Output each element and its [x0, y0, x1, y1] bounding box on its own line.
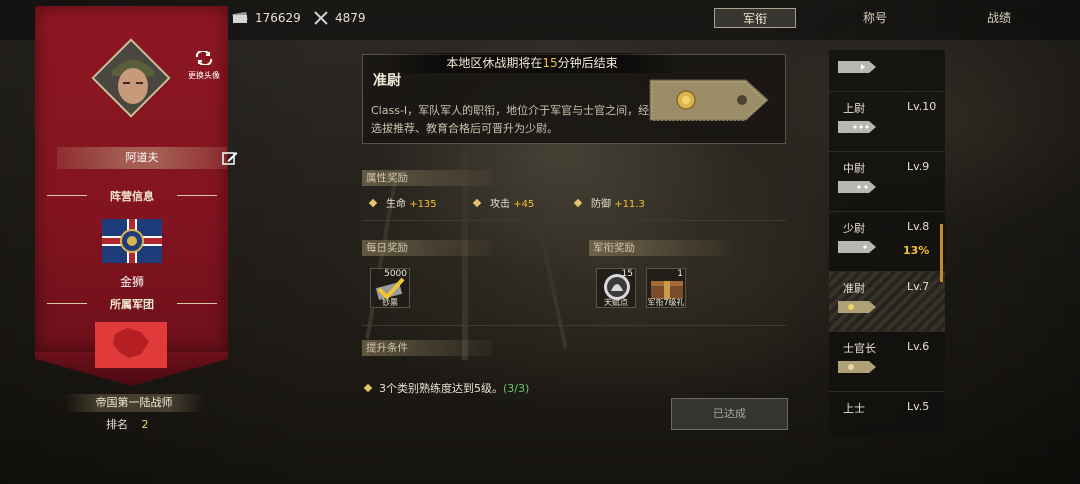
rank-level: Lv.5 [907, 400, 930, 413]
daily-reward-name: 钞票 [382, 298, 398, 307]
rank-strap-icon [838, 61, 876, 73]
attr-hp-bonus: +135 [409, 199, 437, 210]
player-name: 阿道夫 [125, 151, 159, 164]
talent-qty: 15 [621, 269, 633, 279]
diamond-bullet-icon [472, 198, 482, 207]
rank-level: Lv.7 [907, 280, 930, 293]
tab-rank[interactable]: 军衔 [714, 8, 796, 28]
camp-name: 金狮 [119, 275, 144, 289]
achieved-button[interactable]: 已达成 [671, 398, 788, 430]
attr-attack-bonus: +45 [513, 199, 535, 210]
promotion-condition: 3个类别熟练度达到5级。(3/3) [363, 380, 530, 396]
rank-name: 士官长 [843, 342, 876, 355]
soldier-portrait-icon [93, 40, 171, 118]
truce-notice: 本地区休战期将在15分钟后结束 [382, 53, 682, 73]
golden-lion-flag-icon[interactable] [102, 219, 162, 263]
attr-defense-name: 防御 [591, 199, 611, 210]
merit-resource: 4879 [313, 11, 366, 25]
avatar[interactable] [91, 38, 171, 118]
attr-defense: 防御 +11.3 [573, 195, 645, 210]
edit-name-icon[interactable] [222, 150, 238, 166]
rank-strap-icon [838, 181, 876, 193]
rank-title: 准尉 [373, 73, 401, 89]
rank-description: Class-I，军队军人的职衔，地位介于军官与士官之间，经选拔推荐、教育合格后可… [371, 104, 650, 135]
merit-value: 4879 [335, 11, 366, 25]
promotion-condition-text: 3个类别熟练度达到5级。 [379, 382, 503, 395]
banknote-resource: 176629 [231, 11, 301, 25]
rank-level: Lv.8 [907, 220, 930, 233]
truce-notice-suffix: 分钟后结束 [557, 56, 618, 70]
rank-name: 上士 [843, 402, 865, 415]
promotion-title: 提升条件 [362, 340, 492, 356]
rank-name: 上尉 [843, 102, 865, 115]
diamond-bullet-icon [363, 383, 373, 393]
legion-name: 帝国第一陆战师 [64, 394, 204, 412]
attr-hp: 生命 +135 [368, 195, 437, 210]
divider [362, 220, 786, 221]
truce-notice-prefix: 本地区休战期将在 [446, 56, 543, 70]
attribute-reward-title: 属性奖励 [362, 170, 492, 186]
change-avatar-label: 更换头像 [188, 71, 220, 80]
gift-name: 军衔7级礼 [647, 298, 685, 307]
ranking: 排名 2 [106, 416, 149, 432]
crossed-swords-icon [314, 11, 328, 25]
rank-reward-item-gift[interactable]: 1 军衔7级礼 [646, 268, 686, 308]
profile-panel: 更换头像 阿道夫 阵营信息 金狮 所属军团 [35, 6, 238, 352]
tab-record[interactable]: 战绩 [954, 8, 1044, 28]
rank-item[interactable]: 少尉 Lv.8 13% [829, 212, 945, 272]
rank-item[interactable]: 士官长 Lv.6 [829, 332, 945, 392]
attr-attack-name: 攻击 [490, 199, 510, 210]
camp-section-title: 阵营信息 [47, 188, 217, 204]
daily-reward-title: 每日奖励 [362, 240, 492, 256]
banknote-icon [232, 12, 248, 23]
rank-strap-icon [838, 121, 876, 133]
rank-reward-item-talent[interactable]: 15 天赋点 [596, 268, 636, 308]
gift-qty: 1 [677, 269, 683, 279]
rank-name: 中尉 [843, 162, 865, 175]
rank-item[interactable]: 上尉 Lv.10 [829, 92, 945, 152]
diamond-bullet-icon [573, 198, 583, 207]
rank-item[interactable] [829, 50, 945, 92]
player-name-bar: 阿道夫 [57, 147, 238, 169]
change-avatar-button[interactable]: 更换头像 [183, 49, 225, 81]
diamond-bullet-icon [368, 198, 378, 207]
rank-list: 上尉 Lv.10 中尉 Lv.9 少尉 Lv.8 13% 准尉 Lv.7 士官长 [829, 50, 945, 434]
banknote-value: 176629 [255, 11, 301, 25]
rank-level: Lv.10 [907, 100, 937, 113]
rank-level: Lv.6 [907, 340, 930, 353]
rank-reward-title: 军衔奖励 [589, 240, 729, 256]
legion-emblem-icon [95, 322, 167, 368]
legion-flag[interactable] [95, 322, 167, 368]
rank-level: Lv.9 [907, 160, 930, 173]
ranking-value: 2 [141, 418, 149, 431]
rank-item[interactable]: 上士 Lv.5 [829, 392, 945, 434]
rank-name: 准尉 [843, 282, 865, 295]
daily-reward-qty: 5000 [384, 269, 407, 279]
rank-name: 少尉 [843, 222, 865, 235]
daily-reward-item[interactable]: 5000 钞票 [370, 268, 410, 308]
rank-strap-icon [838, 241, 876, 253]
legion-section-title: 所属军团 [47, 296, 217, 312]
promotion-progress: (3/3) [503, 382, 530, 395]
divider [362, 325, 786, 326]
attr-attack: 攻击 +45 [472, 195, 535, 210]
tree-trunk [532, 201, 568, 349]
truce-minutes: 15 [542, 56, 558, 70]
tab-bar: 军衔 称号 战绩 [680, 8, 1044, 28]
attr-defense-bonus: +11.3 [614, 199, 645, 210]
talent-name: 天赋点 [604, 298, 628, 307]
rank-list-scrollbar[interactable] [940, 224, 943, 282]
rank-item-selected[interactable]: 准尉 Lv.7 [829, 272, 945, 332]
rank-strap-icon [838, 361, 876, 373]
rank-strap-icon [838, 301, 876, 313]
swap-arrows-icon [195, 49, 213, 67]
ranking-label: 排名 [106, 418, 128, 431]
shoulder-strap-insignia-icon [649, 79, 769, 121]
tab-titles[interactable]: 称号 [830, 8, 920, 28]
rank-progress-percent: 13% [903, 244, 930, 257]
rank-item[interactable]: 中尉 Lv.9 [829, 152, 945, 212]
attr-hp-name: 生命 [386, 199, 406, 210]
